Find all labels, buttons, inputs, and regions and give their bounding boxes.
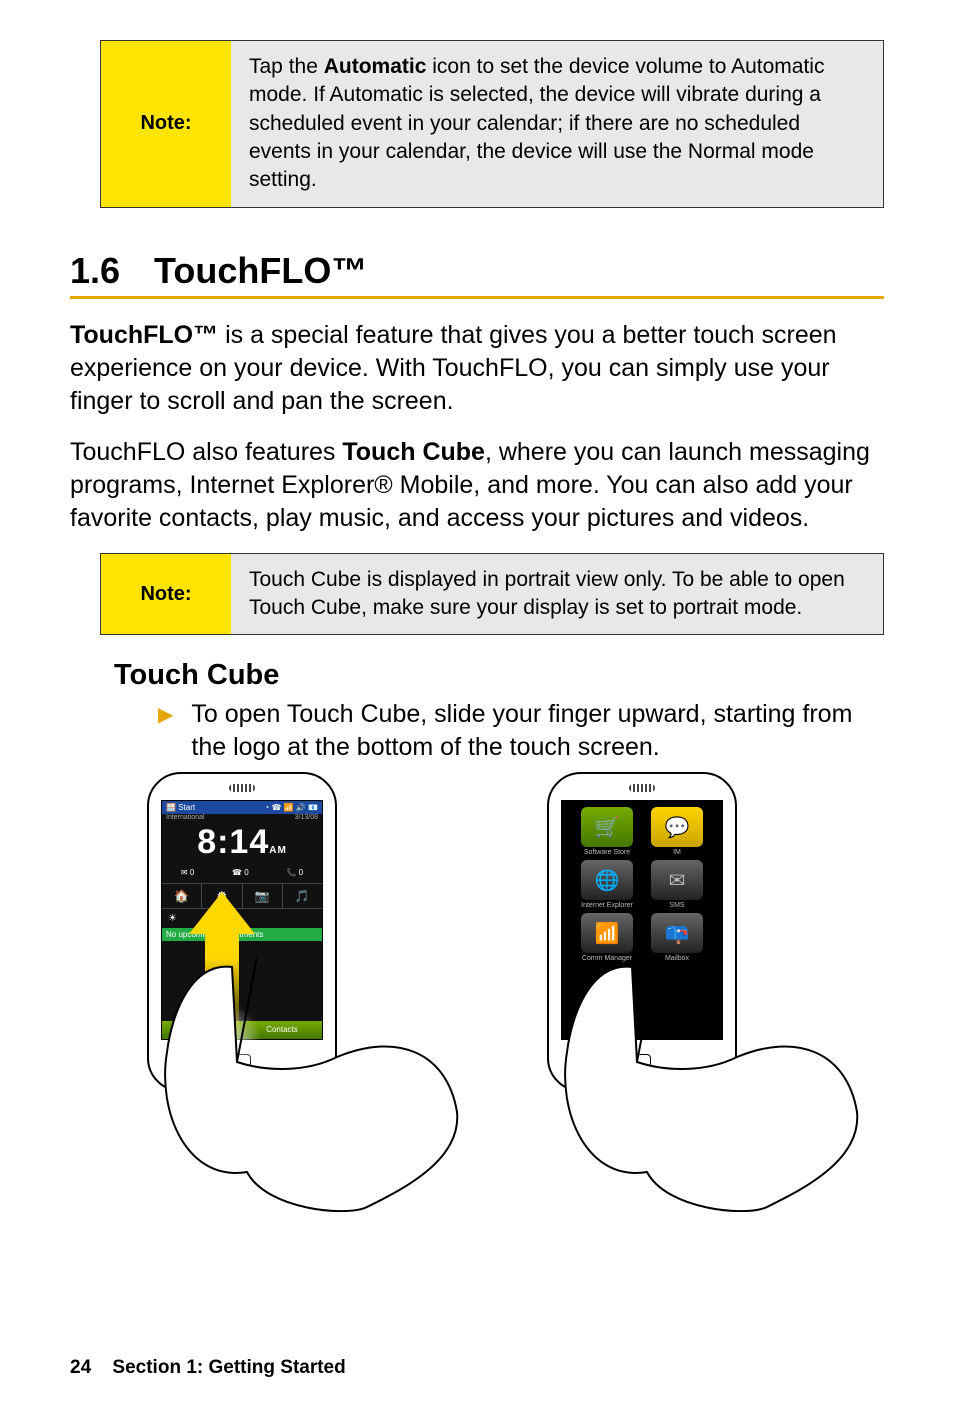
heading-number: 1.6 (70, 250, 120, 292)
counter-mail: ✉ 0 (181, 868, 194, 877)
status-bar: Start ◔ ☎ 📶 🔊 📧 (162, 801, 322, 814)
cube-item: ✉ SMS (644, 860, 710, 909)
page-footer: 24 Section 1: Getting Started (70, 1357, 346, 1379)
counter-row: ✉ 0 ☎ 0 📞 0 (162, 868, 322, 877)
earpiece-icon (629, 784, 655, 792)
note-box-2: Note: Touch Cube is displayed in portrai… (100, 553, 884, 636)
cube-item: 📪 Mailbox (644, 913, 710, 962)
cube-item-icon: 📶 (581, 913, 633, 953)
cube-item-label: Internet Explorer (574, 902, 640, 909)
clock-time: 8:14 (197, 823, 269, 861)
cube-item-label: Mailbox (644, 955, 710, 962)
cube-item-label: SMS (644, 902, 710, 909)
cube-item: 🛒 Software Store (574, 807, 640, 856)
cube-item: 💬 IM (644, 807, 710, 856)
sub-heading-touch-cube: Touch Cube (114, 659, 884, 692)
bullet-icon: ▶ (158, 702, 173, 764)
touch-cube-screen: 🛒 Software Store 💬 IM 🌐 Internet Explorer ✉ SMS… (561, 800, 723, 1040)
illustration-swipe: Start ◔ ☎ 📶 🔊 📧 International 3/13/08 8:… (97, 772, 457, 1202)
counter-voice: ☎ 0 (232, 868, 249, 877)
cube-item-icon: 🌐 (581, 860, 633, 900)
counter-call: 📞 0 (286, 868, 303, 877)
cube-item-icon: ✉ (651, 860, 703, 900)
cube-item-icon: 💬 (651, 807, 703, 847)
clock: 8:14AM (162, 823, 322, 862)
heading-underline (70, 296, 884, 299)
clock-ampm: AM (269, 845, 287, 856)
earpiece-icon (229, 784, 255, 792)
para2-bold: Touch Cube (342, 438, 485, 466)
cube-item: 📶 Comm Manager (574, 913, 640, 962)
paragraph-2: TouchFLO also features Touch Cube, where… (70, 436, 884, 535)
note-content: Tap the Automatic icon to set the device… (231, 41, 883, 207)
home-button-icon (633, 1054, 651, 1080)
page-number: 24 (70, 1357, 91, 1378)
weather-icon: ☀ (168, 913, 177, 924)
note-label-2: Note: (101, 554, 231, 635)
cube-item-icon: 📪 (651, 913, 703, 953)
cube-item-icon: 🛒 (581, 807, 633, 847)
bullet-item: ▶ To open Touch Cube, slide your finger … (158, 698, 884, 764)
note-label: Note: (101, 41, 231, 207)
illustration-cube: 🛒 Software Store 💬 IM 🌐 Internet Explorer ✉ SMS… (497, 772, 857, 1202)
illustration-row: Start ◔ ☎ 📶 🔊 📧 International 3/13/08 8:… (70, 772, 884, 1202)
carrier-row: International 3/13/08 (162, 814, 322, 821)
section-label: Section 1: Getting Started (112, 1357, 345, 1378)
phone-device-2: 🛒 Software Store 💬 IM 🌐 Internet Explorer ✉ SMS… (547, 772, 737, 1092)
note-content-2: Touch Cube is displayed in portrait view… (231, 554, 883, 635)
carrier-label: International (166, 814, 205, 821)
nav-music-icon: 🎵 (283, 884, 322, 908)
cube-item-label: IM (644, 849, 710, 856)
paragraph-1: TouchFLO™ is a special feature that give… (70, 319, 884, 418)
cube-grid: 🛒 Software Store 💬 IM 🌐 Internet Explorer ✉ SMS… (562, 807, 722, 962)
cube-item-label: Software Store (574, 849, 640, 856)
heading-title: TouchFLO™ (154, 250, 367, 292)
cube-item-label: Comm Manager (574, 955, 640, 962)
start-label: Start (166, 803, 195, 812)
cube-item: 🌐 Internet Explorer (574, 860, 640, 909)
date-label: 3/13/08 (295, 814, 318, 821)
note1-pre: Tap the (249, 55, 324, 78)
status-icons: ◔ ☎ 📶 🔊 📧 (264, 803, 318, 812)
para1-bold: TouchFLO™ (70, 321, 218, 349)
section-heading: 1.6 TouchFLO™ (70, 250, 884, 292)
bullet-text: To open Touch Cube, slide your finger up… (191, 698, 884, 764)
note1-bold: Automatic (324, 55, 427, 78)
para2-pre: TouchFLO also features (70, 438, 342, 466)
note-box-1: Note: Tap the Automatic icon to set the … (100, 40, 884, 208)
